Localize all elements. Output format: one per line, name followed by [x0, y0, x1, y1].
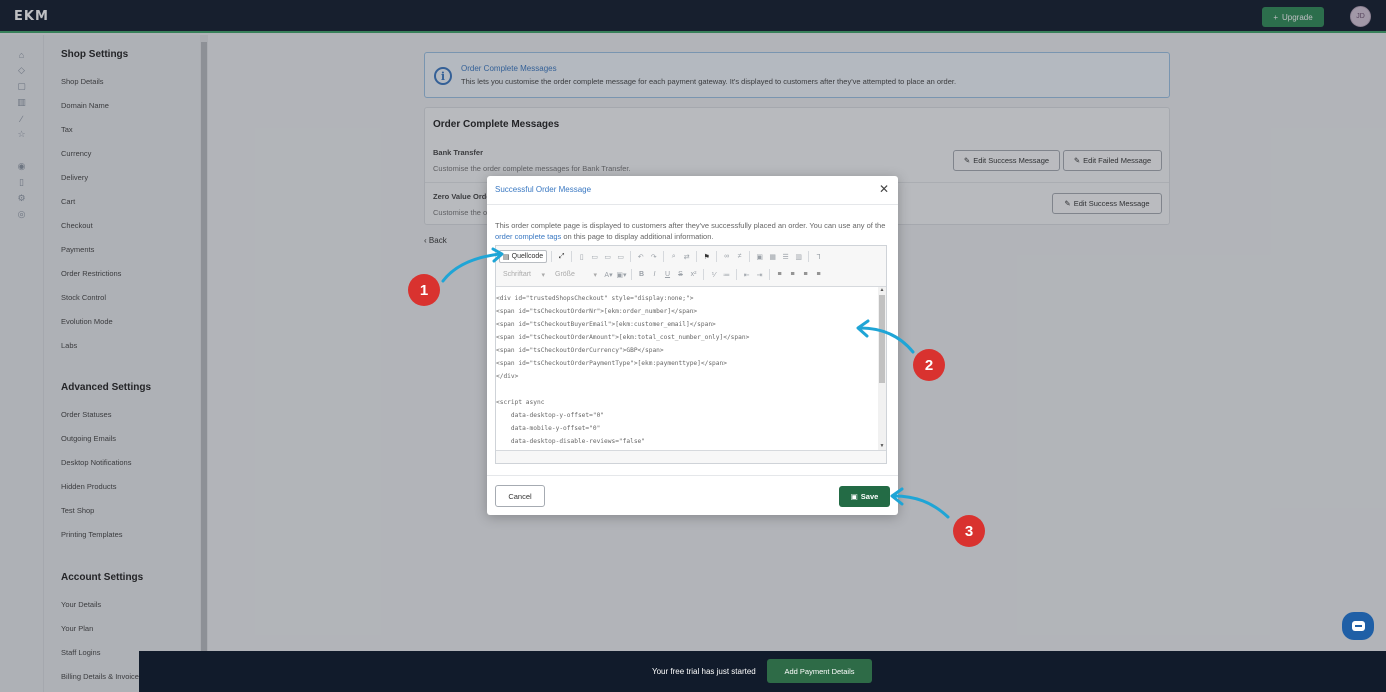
arrow-3 [892, 494, 950, 519]
chat-icon [1351, 621, 1365, 631]
annotation-badge: 2 [913, 349, 945, 381]
trial-text: Your free trial has just started [652, 667, 756, 676]
annotation-badge: 3 [953, 515, 985, 547]
annotation-arrows [441, 247, 950, 519]
annotation-badge: 1 [408, 274, 440, 306]
arrow-2 [858, 326, 915, 354]
arrow-1 [441, 252, 502, 283]
trial-bar: Your free trial has just started Add Pay… [139, 651, 1386, 692]
add-payment-details-button[interactable]: Add Payment Details [767, 659, 872, 683]
chat-button[interactable] [1342, 612, 1374, 640]
